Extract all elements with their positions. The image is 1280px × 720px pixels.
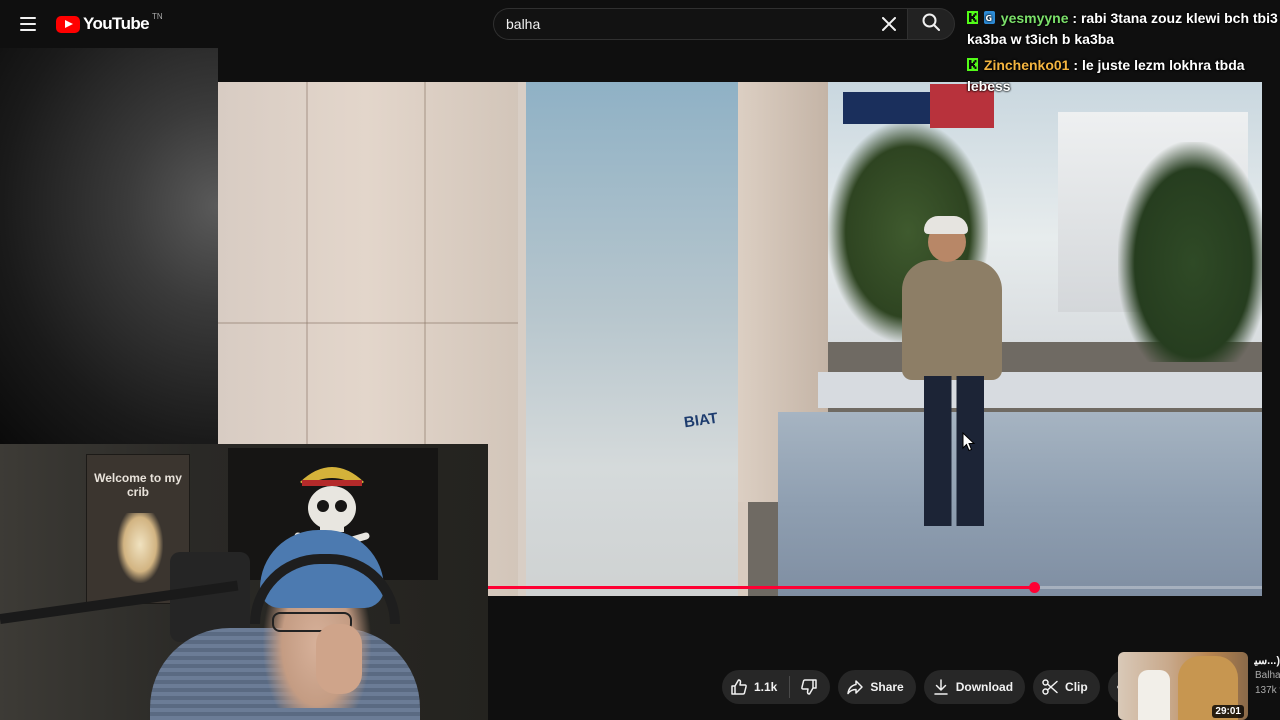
related-video-channel[interactable]: Balha	[1255, 670, 1280, 681]
progress-scrubber[interactable]	[1028, 582, 1040, 593]
clip-button[interactable]: Clip	[1033, 670, 1100, 704]
progress-played	[488, 586, 1034, 589]
dislike-button[interactable]	[790, 670, 830, 704]
stream-chat-overlay: G yesmyyne : rabi 3tana zouz klewi bch t…	[962, 8, 1278, 102]
like-button[interactable]: 1.1k	[722, 670, 789, 704]
thumbs-up-icon	[730, 678, 748, 696]
streamer-webcam: Welcome to my crib	[0, 444, 488, 720]
background-vignette	[0, 48, 218, 444]
download-label: Download	[955, 680, 1014, 694]
kick-badge-icon	[967, 56, 978, 71]
logo-country-code: TN	[152, 12, 163, 21]
search-input[interactable]	[506, 16, 866, 32]
video-progress-bar[interactable]	[488, 582, 1262, 593]
scissors-icon	[1041, 678, 1059, 696]
svg-text:G: G	[985, 14, 992, 23]
search-button[interactable]	[907, 8, 955, 40]
search-box	[493, 8, 907, 40]
video-frame-person	[888, 216, 1008, 526]
logo-text: YouTube	[83, 14, 150, 33]
chat-username[interactable]: yesmyyne	[1001, 10, 1069, 26]
poster-image	[117, 513, 163, 583]
download-button[interactable]: Download	[923, 670, 1026, 704]
video-frame-tree	[1118, 142, 1262, 362]
close-icon[interactable]	[879, 14, 899, 34]
chat-message: G yesmyyne : rabi 3tana zouz klewi bch t…	[962, 8, 1278, 50]
like-count: 1.1k	[754, 680, 778, 694]
share-button[interactable]: Share	[838, 670, 916, 704]
youtube-logo[interactable]: YouTube TN	[56, 12, 163, 34]
chat-separator: :	[1068, 10, 1081, 26]
video-actions: 1.1k Share Download Clip	[722, 670, 1142, 704]
subscriber-badge-icon: G	[983, 9, 995, 24]
webcam-person-hand	[316, 624, 362, 694]
clip-label: Clip	[1065, 680, 1088, 694]
like-dislike-group: 1.1k	[722, 670, 831, 704]
video-frame-ground	[778, 412, 1262, 596]
chat-separator: :	[1069, 57, 1082, 73]
related-video-thumbnail[interactable]: 29:01	[1118, 652, 1248, 720]
video-duration-badge: 29:01	[1212, 705, 1244, 718]
related-video-item[interactable]: 29:01 (...سير Balha 137k v	[1118, 652, 1280, 720]
related-video-title[interactable]: (...سير	[1254, 654, 1280, 667]
search-bar	[493, 8, 955, 40]
hamburger-menu-icon[interactable]	[14, 11, 42, 37]
related-video-views: 137k v	[1255, 685, 1280, 696]
youtube-play-icon	[56, 15, 80, 33]
video-frame-railing	[818, 372, 1262, 408]
search-icon	[922, 13, 940, 36]
chat-username[interactable]: Zinchenko01	[984, 57, 1070, 73]
mouse-cursor-icon	[962, 431, 976, 452]
kick-badge-icon	[967, 9, 978, 24]
download-icon	[932, 678, 950, 696]
share-arrow-icon	[846, 678, 864, 696]
video-frame-sign	[843, 92, 933, 124]
share-label: Share	[870, 680, 904, 694]
poster-text: Welcome to my crib	[94, 471, 182, 499]
thumbs-down-icon	[800, 678, 818, 696]
video-frame-window	[518, 82, 748, 596]
chat-message: Zinchenko01 : le juste lezm lokhra tbda …	[962, 55, 1278, 97]
